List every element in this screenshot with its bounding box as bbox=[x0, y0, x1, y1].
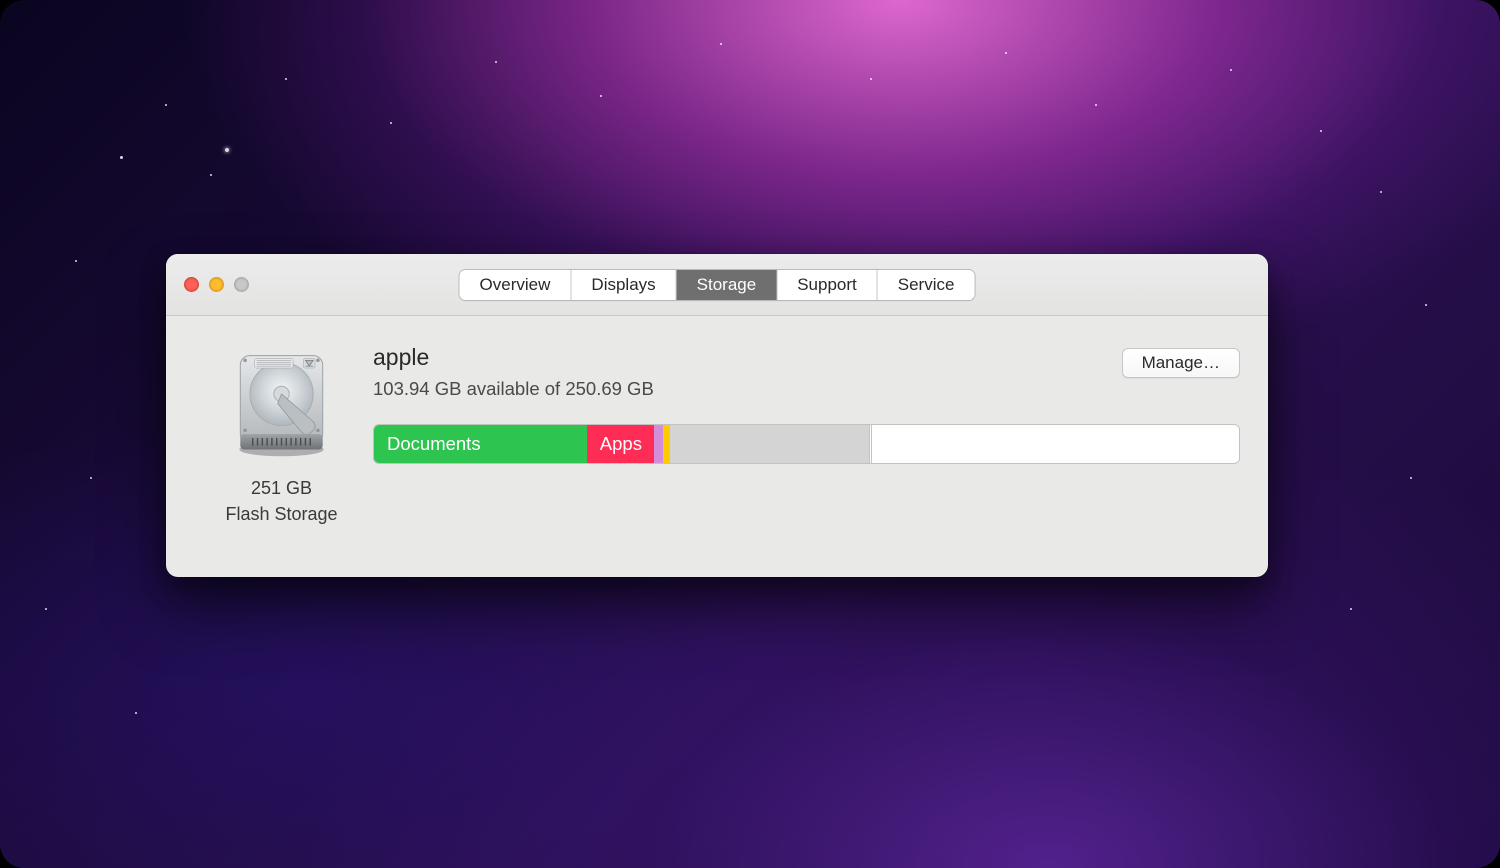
tab-support[interactable]: Support bbox=[777, 270, 878, 300]
segment-label: Documents bbox=[387, 433, 481, 455]
window-close-button[interactable] bbox=[184, 277, 199, 292]
window-titlebar[interactable]: Overview Displays Storage Support Servic… bbox=[166, 254, 1268, 316]
about-this-mac-window: Overview Displays Storage Support Servic… bbox=[166, 254, 1268, 577]
window-tabs: Overview Displays Storage Support Servic… bbox=[459, 269, 976, 301]
tab-storage[interactable]: Storage bbox=[677, 270, 778, 300]
drive-capacity: 251 GB bbox=[251, 478, 312, 498]
window-minimize-button[interactable] bbox=[209, 277, 224, 292]
storage-usage-bar[interactable]: Documents Apps bbox=[373, 424, 1240, 464]
segment-documents[interactable]: Documents bbox=[374, 425, 587, 463]
segment-apps[interactable]: Apps bbox=[587, 425, 654, 463]
segment-other-yellow[interactable] bbox=[663, 425, 670, 463]
tab-displays[interactable]: Displays bbox=[571, 270, 676, 300]
segment-label: Apps bbox=[600, 433, 642, 455]
tab-service[interactable]: Service bbox=[878, 270, 975, 300]
drive-type: Flash Storage bbox=[225, 504, 337, 524]
drive-column: 251 GB Flash Storage bbox=[194, 344, 369, 553]
volume-info: apple 103.94 GB available of 250.69 GB M… bbox=[369, 344, 1242, 553]
desktop-wallpaper: Overview Displays Storage Support Servic… bbox=[0, 0, 1500, 868]
tab-overview[interactable]: Overview bbox=[460, 270, 572, 300]
window-zoom-button-disabled bbox=[234, 277, 249, 292]
drive-label: 251 GB Flash Storage bbox=[225, 475, 337, 527]
volume-name: apple bbox=[373, 344, 654, 371]
traffic-lights bbox=[184, 277, 249, 292]
segment-free bbox=[872, 425, 1239, 463]
volume-availability: 103.94 GB available of 250.69 GB bbox=[373, 378, 654, 400]
storage-content: 251 GB Flash Storage apple 103.94 GB ava… bbox=[166, 316, 1268, 577]
manage-storage-button[interactable]: Manage… bbox=[1122, 348, 1240, 378]
segment-other-purple[interactable] bbox=[654, 425, 663, 463]
internal-drive-icon bbox=[224, 346, 339, 461]
segment-system[interactable] bbox=[670, 425, 870, 463]
